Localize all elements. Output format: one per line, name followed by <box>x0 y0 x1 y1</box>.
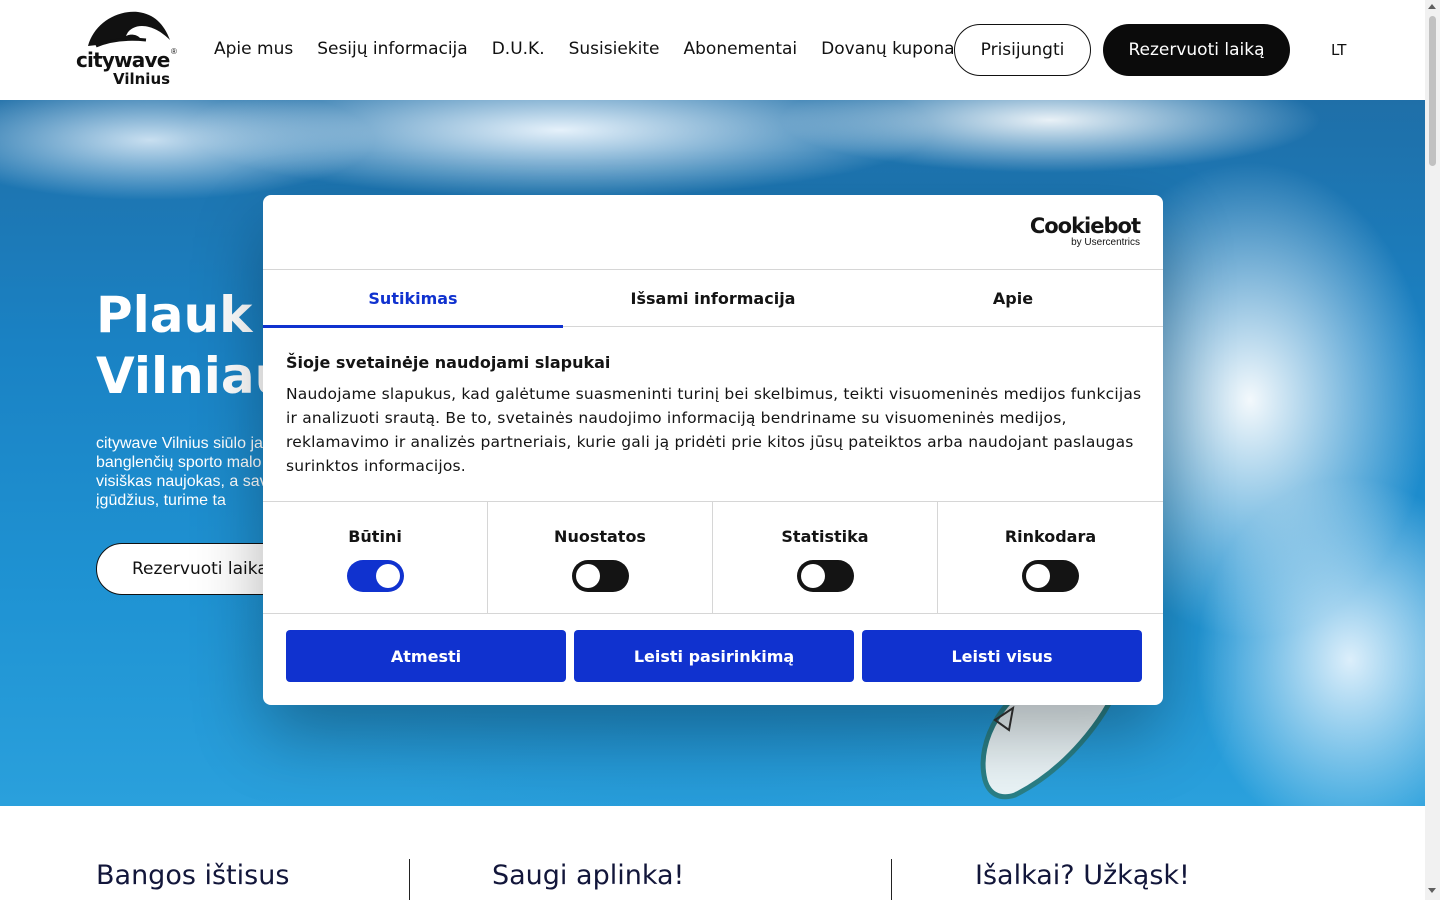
consent-categories: Būtini Nuostatos Statistika Rinkodara <box>263 501 1163 614</box>
dialog-description: Naudojame slapukus, kad galėtume suasmen… <box>286 385 1142 475</box>
scrollbar-thumb[interactable] <box>1429 16 1436 166</box>
main-nav: Apie mus Sesijų informacija D.U.K. Susis… <box>214 39 983 59</box>
category-label: Būtini <box>348 527 402 546</box>
site-header: citywave ® Vilnius Apie mus Sesijų infor… <box>0 0 1425 100</box>
toggle-butini[interactable] <box>347 560 404 592</box>
toggle-knob <box>376 564 400 588</box>
dialog-header: Cookiebot by Usercentrics <box>263 195 1163 270</box>
toggle-knob <box>576 564 600 588</box>
category-statistika: Statistika <box>713 502 938 614</box>
registered-mark: ® <box>171 47 177 56</box>
toggle-statistika[interactable] <box>797 560 854 592</box>
dialog-actions: Atmesti Leisti pasirinkimą Leisti visus <box>286 630 1150 682</box>
logo-brand-text: citywave <box>76 48 170 72</box>
tab-issami-informacija[interactable]: Išsami informacija <box>563 270 863 327</box>
scroll-down-arrow-icon[interactable] <box>1428 888 1436 893</box>
cookiebot-name: Cookiebot <box>1029 214 1141 238</box>
nav-sesiju-informacija[interactable]: Sesijų informacija <box>317 39 468 59</box>
tab-apie[interactable]: Apie <box>863 270 1163 327</box>
tab-sutikimas[interactable]: Sutikimas <box>263 270 563 328</box>
toggle-rinkodara[interactable] <box>1022 560 1079 592</box>
category-label: Statistika <box>781 527 869 546</box>
category-butini: Būtini <box>263 502 488 614</box>
category-nuostatos: Nuostatos <box>488 502 713 614</box>
feature-title-waves: Bangos ištisus <box>96 860 290 891</box>
logo-city-text: Vilnius <box>113 70 171 88</box>
feature-title-safe: Saugi aplinka! <box>492 860 685 891</box>
nav-abonementai[interactable]: Abonementai <box>684 39 798 59</box>
features-row: Bangos ištisus Saugi aplinka! Išalkai? U… <box>0 806 1425 900</box>
allow-selection-button[interactable]: Leisti pasirinkimą <box>574 630 854 682</box>
page-scrollbar[interactable] <box>1425 0 1440 900</box>
reject-button[interactable]: Atmesti <box>286 630 566 682</box>
cookie-consent-dialog: Cookiebot by Usercentrics Sutikimas Išsa… <box>263 195 1163 705</box>
feature-title-food: Išalkai? Užkąsk! <box>975 860 1190 891</box>
nav-susisiekite[interactable]: Susisiekite <box>569 39 660 59</box>
dialog-tabs: Sutikimas Išsami informacija Apie <box>263 270 1163 328</box>
category-label: Rinkodara <box>1004 527 1097 546</box>
nav-apie-mus[interactable]: Apie mus <box>214 39 293 59</box>
feature-divider <box>891 859 892 900</box>
login-button[interactable]: Prisijungti <box>954 24 1091 76</box>
nav-dovanu-kuponai[interactable]: Dovanų kuponai <box>821 39 959 59</box>
category-label: Nuostatos <box>554 527 646 546</box>
scroll-up-arrow-icon[interactable] <box>1428 4 1436 9</box>
citywave-logo[interactable]: citywave ® Vilnius <box>76 10 178 90</box>
toggle-nuostatos[interactable] <box>572 560 629 592</box>
cookiebot-logo[interactable]: Cookiebot by Usercentrics <box>1029 214 1141 248</box>
dialog-body: Šioje svetainėje naudojami slapukai Naud… <box>286 353 1146 478</box>
cookiebot-subtitle: by Usercentrics <box>1071 237 1140 248</box>
reserve-button[interactable]: Rezervuoti laiką <box>1103 24 1290 76</box>
language-selector[interactable]: LT <box>1331 41 1346 59</box>
allow-all-button[interactable]: Leisti visus <box>862 630 1142 682</box>
category-rinkodara: Rinkodara <box>938 502 1163 614</box>
toggle-knob <box>1026 564 1050 588</box>
feature-divider <box>409 859 410 900</box>
wave-logo-icon <box>88 11 170 48</box>
toggle-knob <box>801 564 825 588</box>
nav-duk[interactable]: D.U.K. <box>492 39 545 59</box>
dialog-heading: Šioje svetainėje naudojami slapukai <box>286 353 611 372</box>
